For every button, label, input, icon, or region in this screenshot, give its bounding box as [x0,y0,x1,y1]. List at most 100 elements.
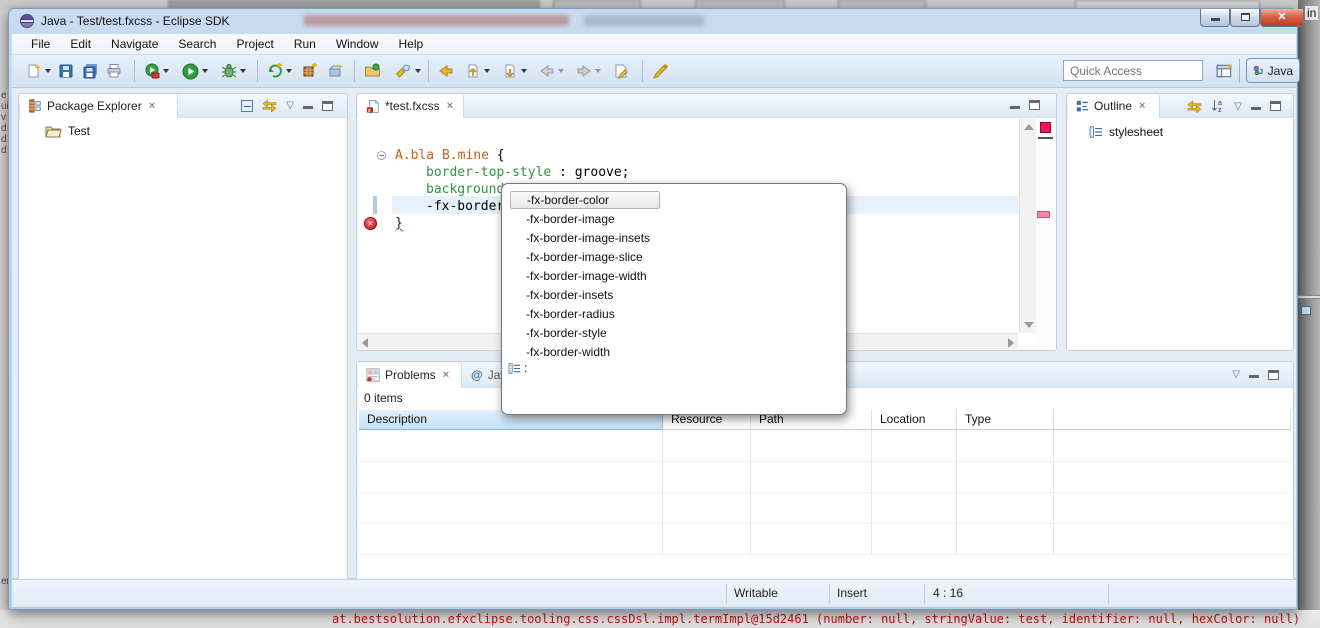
column-header-type[interactable]: Type [957,410,1054,430]
menu-run[interactable]: Run [285,35,325,53]
run-external-tools-button[interactable] [142,59,171,83]
menu-project[interactable]: Project [227,35,282,53]
overview-occurrence-marker[interactable] [1037,211,1050,218]
new-java-project-button[interactable] [265,59,294,83]
proposal-fx-border-image[interactable]: -fx-border-image [512,210,832,229]
open-perspective-button[interactable] [1214,59,1236,83]
title-bar[interactable]: Java - Test/test.fxcss - Eclipse SDK ✕ [9,9,1297,33]
quick-access-input[interactable] [1063,60,1203,81]
open-new-wizard-button[interactable] [326,59,346,83]
link-with-editor-icon[interactable] [1187,100,1202,113]
menu-search[interactable]: Search [169,35,225,53]
back-to-resource-button[interactable] [436,59,456,83]
minimize-view-icon[interactable] [1249,375,1259,379]
yellow-back-arrow-icon [438,63,454,79]
close-icon[interactable]: × [447,100,453,112]
menu-window[interactable]: Window [327,35,388,53]
java-perspective-label: Java [1268,64,1293,78]
error-marker-icon[interactable]: ✕ [364,217,377,230]
fold-collapse-icon[interactable] [377,151,386,160]
mark-occurrences-button[interactable] [650,59,671,83]
restore-button[interactable] [1230,9,1260,27]
tab-problems[interactable]: Problems × [358,362,462,388]
close-button[interactable]: ✕ [1260,9,1304,27]
search-button[interactable] [393,59,423,83]
tab-test-fxcss[interactable]: x *test.fxcss × [358,94,464,118]
proposal-fx-border-style[interactable]: -fx-border-style [512,324,832,343]
code-line-4: -fx-border- [426,198,512,215]
proposal-fx-border-color[interactable]: -fx-border-color [510,191,660,209]
minimize-view-icon[interactable] [1251,107,1261,111]
overview-error-marker[interactable] [1040,122,1051,133]
java-perspective-button[interactable]: J Java [1246,58,1300,83]
save-all-button[interactable] [80,59,100,83]
background-window-left: e ui v d d d er [0,90,8,610]
tab-label: Package Explorer [47,99,142,113]
proposal-fx-border-image-slice[interactable]: -fx-border-image-slice [512,248,832,267]
view-menu-icon[interactable]: ▽ [1232,369,1240,380]
maximize-view-icon[interactable] [1029,100,1040,110]
scroll-down-icon[interactable] [1024,322,1034,328]
maximize-view-icon[interactable] [1270,101,1281,111]
column-header-location[interactable]: Location [872,410,957,430]
last-edit-location-button[interactable] [611,59,631,83]
maximize-view-icon[interactable] [322,101,333,111]
link-with-editor-icon[interactable] [262,99,277,112]
minimize-view-icon[interactable] [303,106,313,110]
next-annotation-button[interactable] [500,59,529,83]
background-text-fragment: d [0,123,8,134]
css-file-icon: x [366,99,380,114]
overview-ruler[interactable] [1036,119,1056,349]
new-java-package-button[interactable] [300,59,320,83]
view-menu-icon[interactable]: ▽ [1234,101,1242,112]
proposal-fx-border-insets[interactable]: -fx-border-insets [512,286,832,305]
outline-icon [1076,100,1089,113]
close-icon[interactable]: × [1139,100,1145,112]
close-icon[interactable]: × [149,100,155,112]
menu-file[interactable]: File [22,35,59,53]
menu-navigate[interactable]: Navigate [102,35,167,53]
new-wizard-button[interactable] [24,59,53,83]
minimize-view-icon[interactable] [1010,106,1020,110]
proposal-fx-border-width[interactable]: -fx-border-width [512,343,832,362]
proposal-fx-border-radius[interactable]: -fx-border-radius [512,305,832,324]
outline-item-stylesheet[interactable]: stylesheet [1089,125,1163,139]
menu-edit[interactable]: Edit [61,35,100,53]
code-line-1: A.bla B.mine { [395,147,505,164]
titlebar-glass-reflection [304,15,569,26]
css-selector: A.bla B.mine [395,148,497,163]
collapse-all-icon[interactable] [241,100,253,112]
save-all-icon [82,63,98,79]
minimize-button[interactable] [1200,9,1230,27]
open-task-button[interactable] [362,59,383,83]
outline-view: Outline × az ▽ stylesheet [1066,93,1294,351]
content-assist-footer: : [508,361,527,375]
scroll-left-icon[interactable] [362,338,368,348]
scroll-up-icon[interactable] [1024,124,1034,130]
debug-button[interactable] [219,59,248,83]
proposal-fx-border-image-insets[interactable]: -fx-border-image-insets [512,229,832,248]
project-item-test[interactable]: Test [45,124,90,138]
forward-history-button[interactable] [574,59,603,83]
print-button[interactable] [104,59,124,83]
css-property: border-top-style [426,165,551,180]
vertical-scrollbar[interactable] [1019,119,1036,333]
run-button[interactable] [180,59,210,83]
close-icon[interactable]: × [443,369,449,381]
scroll-right-icon[interactable] [1008,338,1014,348]
back-history-button[interactable] [537,59,566,83]
view-menu-icon[interactable]: ▽ [286,100,294,111]
run-external-tools-icon [144,63,160,79]
footer-label: : [524,361,527,375]
close-brace: } [395,216,403,231]
tab-package-explorer[interactable]: Package Explorer × [20,94,178,118]
proposal-fx-border-image-width[interactable]: -fx-border-image-width [512,267,832,286]
background-text-fragment: in [1305,6,1318,20]
menu-help[interactable]: Help [390,35,433,53]
previous-annotation-button[interactable] [463,59,492,83]
sort-az-icon[interactable]: az [1211,99,1225,113]
titlebar-glass-reflection [584,15,704,26]
save-button[interactable] [56,59,76,83]
tab-outline[interactable]: Outline × [1068,94,1160,118]
maximize-view-icon[interactable] [1268,370,1279,380]
